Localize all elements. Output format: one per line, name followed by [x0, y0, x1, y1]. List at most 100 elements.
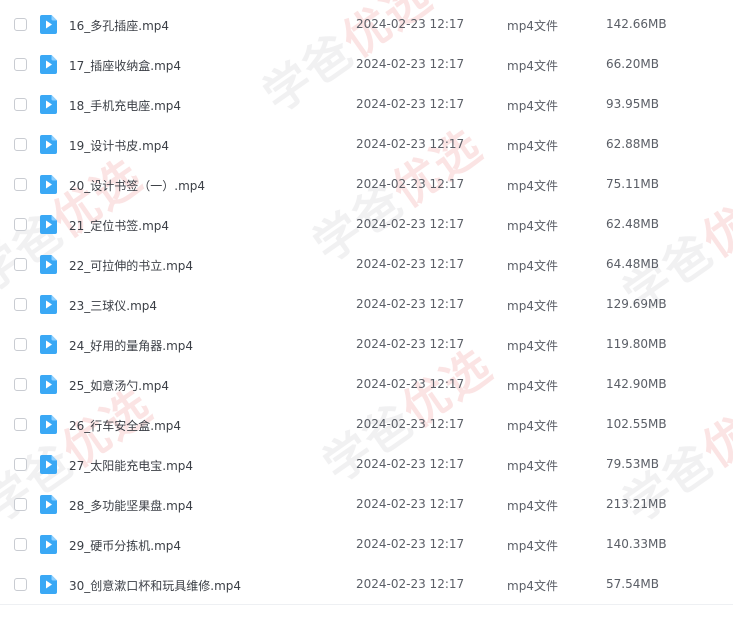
file-modified-date: 2024-02-23 12:17 — [356, 537, 465, 551]
row-checkbox[interactable] — [14, 378, 27, 391]
row-checkbox[interactable] — [14, 498, 27, 511]
file-row[interactable]: 29_硬币分拣机.mp4 2024-02-23 12:17 mp4文件 140.33M… — [0, 525, 733, 565]
file-type: mp4文件 — [507, 459, 558, 473]
file-type: mp4文件 — [507, 419, 558, 433]
file-type: mp4文件 — [507, 59, 558, 73]
video-file-icon — [40, 15, 57, 34]
video-file-icon — [40, 455, 57, 474]
file-size: 64.48MB — [606, 257, 659, 271]
row-checkbox[interactable] — [14, 458, 27, 471]
video-file-icon — [40, 535, 57, 554]
file-type: mp4文件 — [507, 299, 558, 313]
file-modified-date: 2024-02-23 12:17 — [356, 57, 465, 71]
file-name[interactable]: 28_多功能坚果盘.mp4 — [69, 497, 193, 514]
file-size: 102.55MB — [606, 417, 667, 431]
file-row[interactable]: 19_设计书皮.mp4 2024-02-23 12:17 mp4文件 62.88MB — [0, 125, 733, 165]
file-size: 62.88MB — [606, 137, 659, 151]
file-modified-date: 2024-02-23 12:17 — [356, 257, 465, 271]
file-size: 66.20MB — [606, 57, 659, 71]
video-file-icon — [40, 255, 57, 274]
video-file-icon — [40, 55, 57, 74]
file-row[interactable]: 30_创意漱口杯和玩具维修.mp4 2024-02-23 12:17 mp4文件 57… — [0, 565, 733, 605]
file-size: 129.69MB — [606, 297, 667, 311]
file-type: mp4文件 — [507, 139, 558, 153]
file-size: 75.11MB — [606, 177, 659, 191]
file-list: 16_多孔插座.mp4 2024-02-23 12:17 mp4文件 142.66MB… — [0, 5, 733, 605]
file-row[interactable]: 25_如意汤勺.mp4 2024-02-23 12:17 mp4文件 142.90MB — [0, 365, 733, 405]
file-row[interactable]: 18_手机充电座.mp4 2024-02-23 12:17 mp4文件 93.95MB — [0, 85, 733, 125]
row-checkbox[interactable] — [14, 18, 27, 31]
file-modified-date: 2024-02-23 12:17 — [356, 137, 465, 151]
file-row[interactable]: 23_三球仪.mp4 2024-02-23 12:17 mp4文件 129.69MB — [0, 285, 733, 325]
row-checkbox[interactable] — [14, 98, 27, 111]
row-checkbox[interactable] — [14, 338, 27, 351]
file-type: mp4文件 — [507, 379, 558, 393]
file-row[interactable]: 26_行车安全盒.mp4 2024-02-23 12:17 mp4文件 102.55M… — [0, 405, 733, 445]
video-file-icon — [40, 495, 57, 514]
file-type: mp4文件 — [507, 579, 558, 593]
file-type: mp4文件 — [507, 99, 558, 113]
file-modified-date: 2024-02-23 12:17 — [356, 217, 465, 231]
file-type: mp4文件 — [507, 539, 558, 553]
video-file-icon — [40, 335, 57, 354]
file-name[interactable]: 16_多孔插座.mp4 — [69, 17, 169, 34]
row-checkbox[interactable] — [14, 218, 27, 231]
file-size: 57.54MB — [606, 577, 659, 591]
row-checkbox[interactable] — [14, 418, 27, 431]
row-checkbox[interactable] — [14, 178, 27, 191]
video-file-icon — [40, 215, 57, 234]
file-modified-date: 2024-02-23 12:17 — [356, 97, 465, 111]
row-checkbox[interactable] — [14, 538, 27, 551]
file-size: 93.95MB — [606, 97, 659, 111]
row-checkbox[interactable] — [14, 138, 27, 151]
file-type: mp4文件 — [507, 499, 558, 513]
video-file-icon — [40, 295, 57, 314]
file-type: mp4文件 — [507, 259, 558, 273]
file-name[interactable]: 23_三球仪.mp4 — [69, 297, 157, 314]
video-file-icon — [40, 175, 57, 194]
file-name[interactable]: 19_设计书皮.mp4 — [69, 137, 169, 154]
file-modified-date: 2024-02-23 12:17 — [356, 577, 465, 591]
file-name[interactable]: 24_好用的量角器.mp4 — [69, 337, 193, 354]
file-modified-date: 2024-02-23 12:17 — [356, 17, 465, 31]
file-name[interactable]: 26_行车安全盒.mp4 — [69, 417, 181, 434]
list-bottom-divider — [0, 604, 733, 605]
video-file-icon — [40, 135, 57, 154]
file-name[interactable]: 30_创意漱口杯和玩具维修.mp4 — [69, 577, 241, 594]
row-checkbox[interactable] — [14, 298, 27, 311]
row-checkbox[interactable] — [14, 258, 27, 271]
file-row[interactable]: 21_定位书签.mp4 2024-02-23 12:17 mp4文件 62.48MB — [0, 205, 733, 245]
file-modified-date: 2024-02-23 12:17 — [356, 337, 465, 351]
video-file-icon — [40, 575, 57, 594]
file-type: mp4文件 — [507, 219, 558, 233]
video-file-icon — [40, 95, 57, 114]
file-size: 142.66MB — [606, 17, 667, 31]
file-name[interactable]: 22_可拉伸的书立.mp4 — [69, 257, 193, 274]
file-row[interactable]: 28_多功能坚果盘.mp4 2024-02-23 12:17 mp4文件 213.21… — [0, 485, 733, 525]
file-size: 79.53MB — [606, 457, 659, 471]
file-name[interactable]: 17_插座收纳盒.mp4 — [69, 57, 181, 74]
file-size: 213.21MB — [606, 497, 667, 511]
row-checkbox[interactable] — [14, 58, 27, 71]
file-row[interactable]: 16_多孔插座.mp4 2024-02-23 12:17 mp4文件 142.66MB — [0, 5, 733, 45]
file-row[interactable]: 22_可拉伸的书立.mp4 2024-02-23 12:17 mp4文件 64.48M… — [0, 245, 733, 285]
file-type: mp4文件 — [507, 19, 558, 33]
file-modified-date: 2024-02-23 12:17 — [356, 457, 465, 471]
file-row[interactable]: 17_插座收纳盒.mp4 2024-02-23 12:17 mp4文件 66.20MB — [0, 45, 733, 85]
file-modified-date: 2024-02-23 12:17 — [356, 297, 465, 311]
video-file-icon — [40, 375, 57, 394]
row-checkbox[interactable] — [14, 578, 27, 591]
file-name[interactable]: 18_手机充电座.mp4 — [69, 97, 181, 114]
file-modified-date: 2024-02-23 12:17 — [356, 377, 465, 391]
file-name[interactable]: 29_硬币分拣机.mp4 — [69, 537, 181, 554]
file-modified-date: 2024-02-23 12:17 — [356, 417, 465, 431]
video-file-icon — [40, 415, 57, 434]
file-name[interactable]: 20_设计书签（一）.mp4 — [69, 177, 205, 194]
file-row[interactable]: 27_太阳能充电宝.mp4 2024-02-23 12:17 mp4文件 79.53M… — [0, 445, 733, 485]
file-name[interactable]: 21_定位书签.mp4 — [69, 217, 169, 234]
file-name[interactable]: 27_太阳能充电宝.mp4 — [69, 457, 193, 474]
file-row[interactable]: 24_好用的量角器.mp4 2024-02-23 12:17 mp4文件 119.80… — [0, 325, 733, 365]
file-row[interactable]: 20_设计书签（一）.mp4 2024-02-23 12:17 mp4文件 75.11… — [0, 165, 733, 205]
file-modified-date: 2024-02-23 12:17 — [356, 177, 465, 191]
file-name[interactable]: 25_如意汤勺.mp4 — [69, 377, 169, 394]
